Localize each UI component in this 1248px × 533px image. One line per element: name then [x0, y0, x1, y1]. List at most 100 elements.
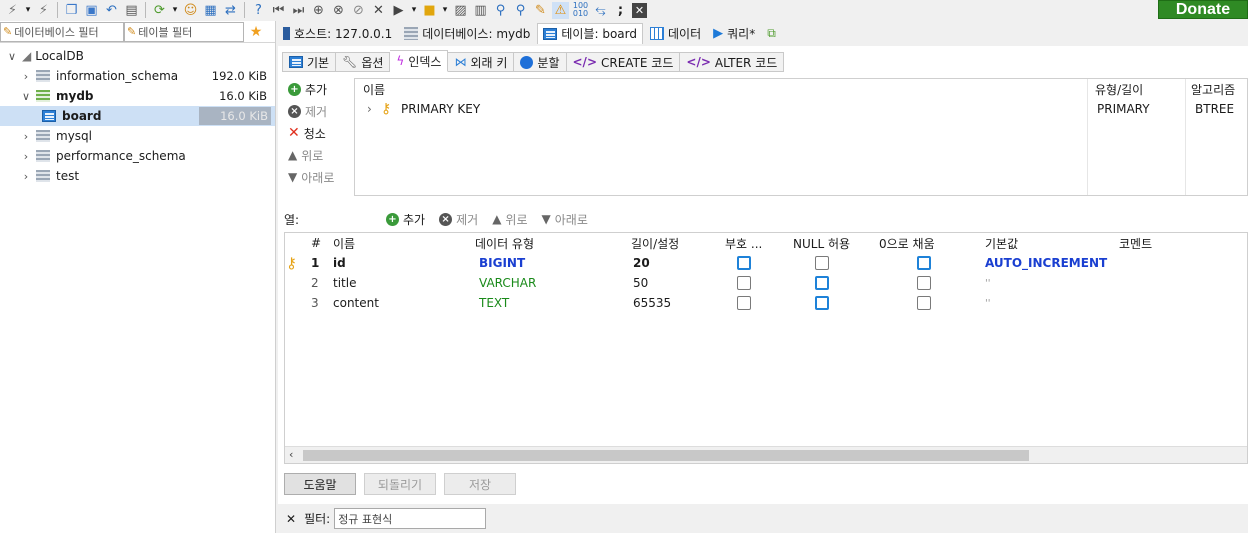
unsigned-checkbox[interactable] [737, 276, 751, 290]
column-type[interactable]: BIGINT [479, 253, 525, 273]
index-remove-button[interactable]: × 제거 [288, 100, 354, 122]
semicolon-icon[interactable]: ; [612, 2, 629, 19]
column-default[interactable]: '' [985, 293, 991, 313]
paste-icon[interactable]: ▣ [83, 2, 100, 19]
column-length[interactable]: 65535 [633, 293, 671, 313]
tab-query[interactable]: ▶ 쿼리* [708, 23, 760, 44]
export-icon[interactable]: ▦ [202, 2, 219, 19]
tab-table[interactable]: 테이블: board [537, 22, 643, 44]
donate-button[interactable]: Donate [1158, 0, 1248, 19]
column-length[interactable]: 50 [633, 273, 648, 293]
tab-host[interactable]: 호스트: 127.0.0.1 [278, 23, 397, 44]
wrap-icon[interactable]: ⥃ [592, 2, 609, 19]
help-button[interactable]: 도움말 [284, 473, 356, 495]
help-icon[interactable]: ? [250, 2, 267, 19]
dropdown-icon[interactable]: ▾ [410, 2, 418, 19]
database-filter-input[interactable]: ✎ 데이터베이스 필터 [0, 21, 124, 42]
close-icon[interactable]: ✕ [286, 512, 296, 526]
dropdown-icon[interactable]: ▾ [441, 2, 449, 19]
add-icon[interactable]: ⊕ [310, 2, 327, 19]
table-row[interactable]: ⚷ 1 id BIGINT 20 AUTO_INCREMENT [285, 253, 1247, 273]
revert-button[interactable]: 되돌리기 [364, 473, 436, 495]
table-row[interactable]: 2 title VARCHAR 50 '' [285, 273, 1247, 293]
disconnect-icon[interactable]: ⚡ [35, 2, 52, 19]
table-row[interactable]: 3 content TEXT 65535 '' [285, 293, 1247, 313]
zerofill-checkbox[interactable] [917, 296, 931, 310]
tab-create-code[interactable]: </> CREATE 코드 [566, 52, 681, 72]
favorite-star-icon[interactable]: ★ [244, 24, 268, 40]
find-replace-icon[interactable]: ⚲ [512, 2, 529, 19]
delete-icon[interactable]: ⊗ [330, 2, 347, 19]
binary-icon[interactable]: 100 010 [572, 2, 589, 19]
refresh-icon[interactable]: ⟳ [151, 2, 168, 19]
tab-alter-code[interactable]: </> ALTER 코드 [680, 52, 785, 72]
zerofill-checkbox[interactable] [917, 276, 931, 290]
run-icon[interactable]: ▶ [390, 2, 407, 19]
tab-new-query[interactable]: ⧉ [762, 23, 781, 44]
cancel-icon[interactable]: ✕ [370, 2, 387, 19]
zerofill-checkbox[interactable] [917, 256, 931, 270]
folder-icon[interactable]: ■ [421, 2, 438, 19]
column-name[interactable]: title [333, 273, 356, 293]
tab-partitions[interactable]: 분할 [514, 52, 567, 72]
save-icon[interactable]: ▨ [452, 2, 469, 19]
connect-icon[interactable]: ⚡ [4, 2, 21, 19]
tab-database[interactable]: 데이터베이스: mydb [399, 23, 535, 44]
column-default[interactable]: AUTO_INCREMENT [985, 253, 1107, 273]
allow-null-checkbox[interactable] [815, 256, 829, 270]
index-up-button[interactable]: ▲ 위로 [288, 144, 354, 166]
warning-icon[interactable]: ⚠ [552, 1, 569, 19]
index-clear-button[interactable]: ✕ 청소 [288, 122, 354, 144]
dropdown-icon[interactable]: ▾ [171, 2, 179, 19]
tab-basic[interactable]: 기본 [282, 52, 337, 72]
column-default[interactable]: '' [985, 273, 991, 293]
tree-item-mydb[interactable]: ∨ mydb 16.0 KiB [0, 86, 275, 106]
column-name[interactable]: id [333, 253, 346, 273]
unsigned-checkbox[interactable] [737, 256, 751, 270]
copy-icon[interactable]: ❐ [63, 2, 80, 19]
chevron-right-icon[interactable]: › [20, 170, 32, 183]
table-filter-input[interactable]: ✎ 테이블 필터 [124, 21, 244, 42]
unsigned-checkbox[interactable] [737, 296, 751, 310]
tree-item-test[interactable]: › test [0, 166, 275, 186]
column-length[interactable]: 20 [633, 253, 650, 273]
tree-item-localdb[interactable]: ∨ ◢ LocalDB [0, 46, 275, 66]
tab-options[interactable]: 🔧︎ 옵션 [336, 52, 391, 72]
tab-indexes[interactable]: ϟ 인덱스 [390, 50, 449, 72]
first-icon[interactable]: ⏮ [270, 2, 287, 19]
chevron-right-icon[interactable]: › [20, 130, 32, 143]
tree-item-performance-schema[interactable]: › performance_schema [0, 146, 275, 166]
tree-item-mysql[interactable]: › mysql [0, 126, 275, 146]
allow-null-checkbox[interactable] [815, 276, 829, 290]
regex-filter-input[interactable]: 정규 표현식 [334, 508, 487, 529]
chevron-right-icon[interactable]: › [367, 102, 372, 116]
index-add-button[interactable]: + 추가 [288, 78, 354, 100]
column-add-button[interactable]: + 추가 [386, 208, 425, 230]
chevron-right-icon[interactable]: › [20, 150, 32, 163]
allow-null-checkbox[interactable] [815, 296, 829, 310]
tree-item-board[interactable]: board 16.0 KiB [0, 106, 275, 126]
stop-icon[interactable]: ▥ [472, 2, 489, 19]
column-down-button[interactable]: ▼ 아래로 [542, 208, 588, 230]
index-down-button[interactable]: ▼ 아래로 [288, 166, 354, 188]
print-icon[interactable]: ▤ [123, 2, 140, 19]
column-type[interactable]: TEXT [479, 293, 509, 313]
column-remove-button[interactable]: × 제거 [439, 208, 478, 230]
close-tab-icon[interactable]: ✕ [632, 2, 647, 18]
tab-foreign-keys[interactable]: ⋈ 외래 키 [448, 52, 515, 72]
column-name[interactable]: content [333, 293, 379, 313]
save-button[interactable]: 저장 [444, 473, 516, 495]
chevron-down-icon[interactable]: ∨ [6, 50, 18, 63]
horizontal-scrollbar[interactable]: ‹ [285, 446, 1247, 463]
tree-item-information-schema[interactable]: › information_schema 192.0 KiB [0, 66, 275, 86]
check-icon[interactable]: ⊘ [350, 2, 367, 19]
column-up-button[interactable]: ▲ 위로 [492, 208, 527, 230]
user-manager-icon[interactable]: ☺ [182, 2, 199, 19]
tab-data[interactable]: 데이터 [645, 23, 706, 44]
dropdown-icon[interactable]: ▾ [24, 2, 32, 19]
scrollbar-thumb[interactable] [303, 450, 1029, 461]
chevron-down-icon[interactable]: ∨ [20, 90, 32, 103]
index-row[interactable]: › ⚷ PRIMARY KEY PRIMARY BTREE [355, 99, 1247, 119]
chevron-left-icon[interactable]: ‹ [289, 448, 293, 461]
column-type[interactable]: VARCHAR [479, 273, 536, 293]
